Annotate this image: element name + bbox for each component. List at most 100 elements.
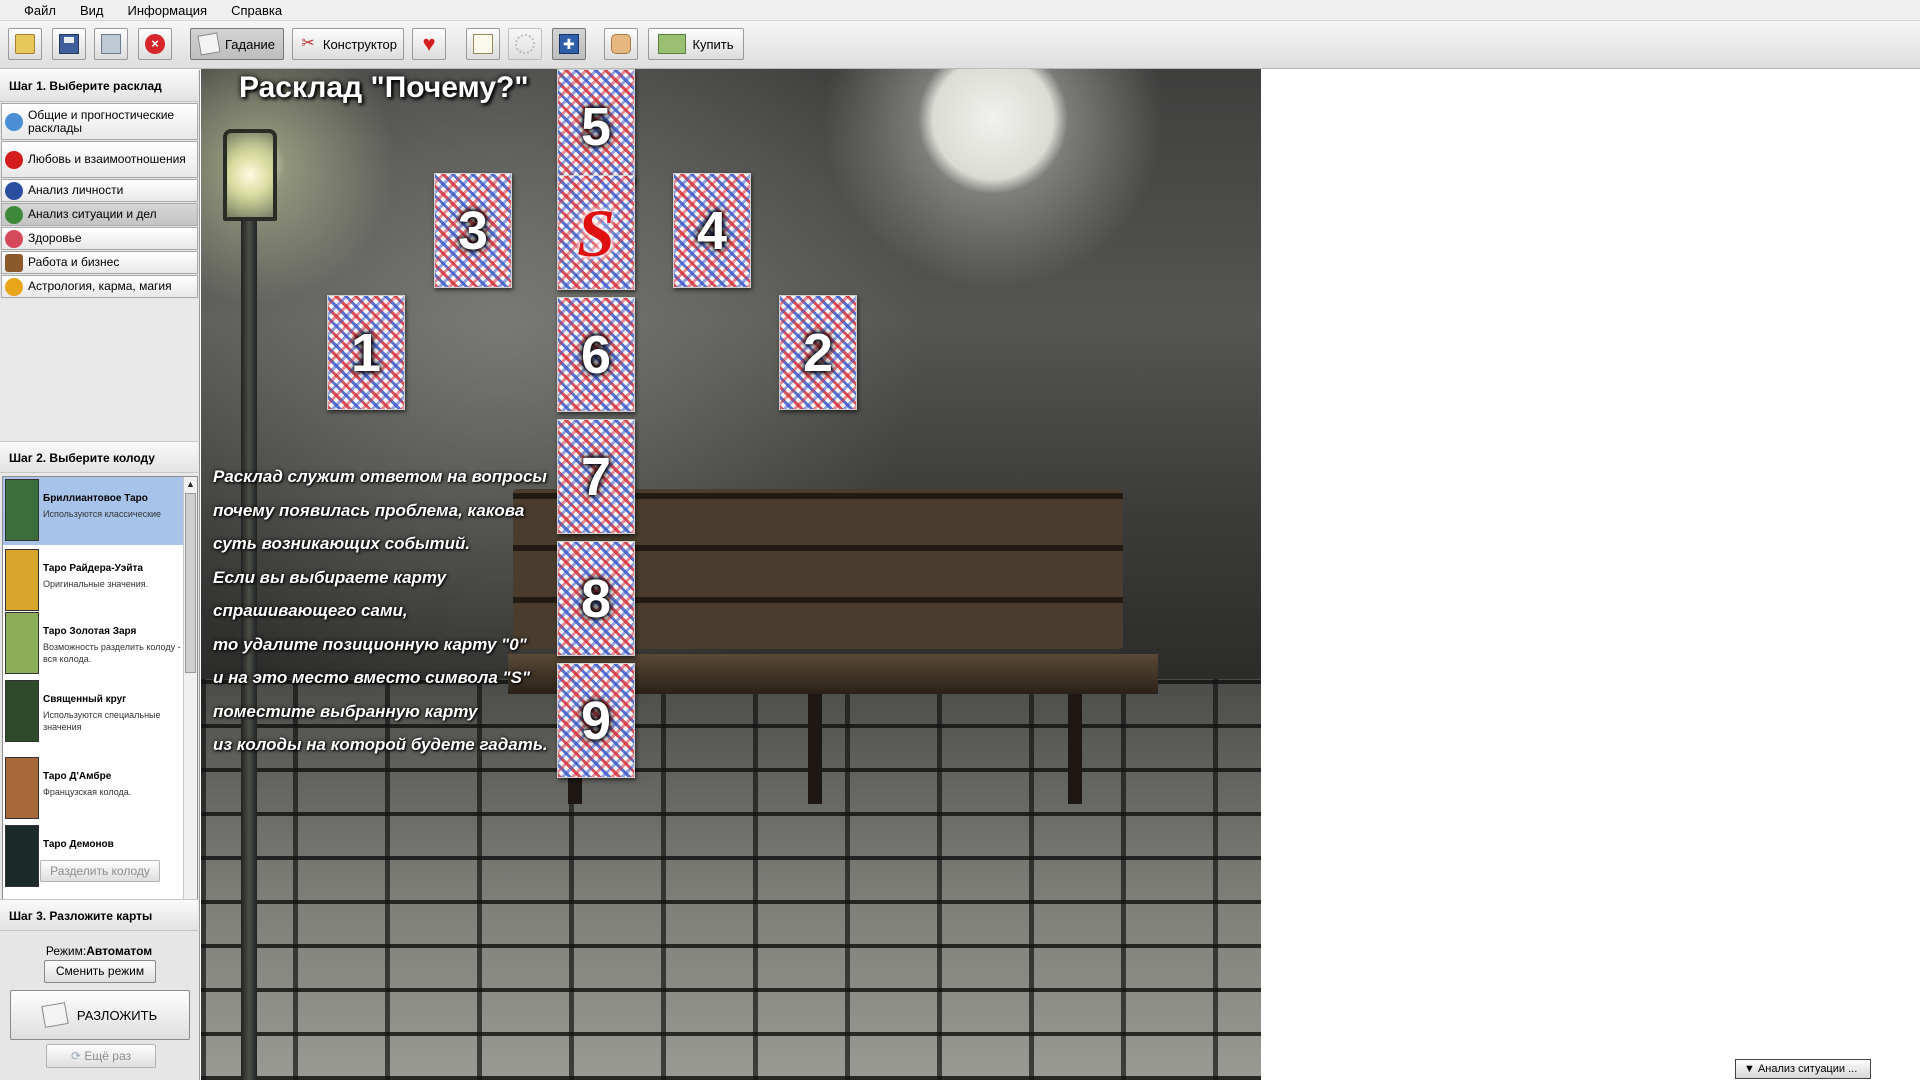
- card-position-5[interactable]: 5: [557, 69, 635, 184]
- step1-title: Шаг 1. Выберите расклад: [0, 70, 198, 102]
- folder-open-icon: [15, 34, 35, 54]
- buy-button-label: Купить: [692, 36, 734, 52]
- card-position-8[interactable]: 8: [557, 541, 635, 656]
- card-number: 2: [802, 323, 834, 383]
- heart-icon: ♥: [422, 31, 436, 56]
- change-mode-button[interactable]: Сменить режим: [44, 960, 156, 983]
- deck-name: Бриллиантовое Таро: [43, 493, 148, 504]
- list-item[interactable]: Бриллиантовое Таро Используются классиче…: [3, 477, 183, 545]
- deck-thumbnail: [5, 549, 39, 611]
- deck-desc: Используются классические: [43, 509, 162, 519]
- category-label: Любовь и взаимоотношения: [28, 152, 186, 166]
- card-number: 4: [696, 201, 728, 261]
- person-icon: [5, 181, 23, 200]
- settings-button[interactable]: [508, 28, 542, 60]
- deck-name: Священный круг: [43, 694, 127, 705]
- save-button[interactable]: [52, 28, 86, 60]
- tab-konstruktor-label: Конструктор: [322, 36, 397, 52]
- category-work[interactable]: Работа и бизнес: [1, 251, 198, 274]
- tools-icon: ✂: [301, 35, 315, 52]
- card-position-s[interactable]: S: [557, 175, 635, 290]
- deck-desc: Возможность разделить колоду - вся колод…: [43, 642, 181, 664]
- menu-bar: Файл Вид Информация Справка: [0, 0, 1920, 21]
- mode-value: Автоматом: [86, 944, 153, 958]
- category-general[interactable]: Общие и прогностические расклады: [1, 103, 198, 140]
- deck-name: Таро Демонов: [43, 839, 114, 850]
- category-label: Работа и бизнес: [28, 255, 120, 269]
- tab-gadanie[interactable]: Гадание: [190, 28, 284, 60]
- card-position-7[interactable]: 7: [557, 419, 635, 534]
- category-health[interactable]: Здоровье: [1, 227, 198, 250]
- health-icon: [5, 229, 23, 248]
- card-position-4[interactable]: 4: [673, 173, 751, 288]
- heart-icon: [5, 150, 23, 169]
- scroll-up-icon[interactable]: ▲: [184, 477, 197, 491]
- category-label: Анализ ситуации и дел: [28, 207, 157, 221]
- cards-icon: [197, 32, 221, 56]
- print-button[interactable]: [94, 28, 128, 60]
- fullscreen-button[interactable]: [552, 28, 586, 60]
- open-button[interactable]: [8, 28, 42, 60]
- hand-button[interactable]: [604, 28, 638, 60]
- menu-file[interactable]: Файл: [12, 0, 68, 21]
- deck-desc: Оригинальные значения.: [43, 579, 149, 589]
- card-position-9[interactable]: 9: [557, 663, 635, 778]
- list-item[interactable]: Таро Золотая Заря Возможность разделить …: [3, 610, 183, 678]
- tab-konstruktor[interactable]: ✂ Конструктор: [292, 28, 404, 60]
- category-dropdown-button[interactable]: ▼ Анализ ситуации ...: [1735, 1059, 1871, 1079]
- card-position-6[interactable]: 6: [557, 297, 635, 412]
- category-love[interactable]: Любовь и взаимоотношения: [1, 141, 198, 178]
- left-panel: Шаг 1. Выберите расклад Общие и прогност…: [0, 70, 200, 1080]
- money-icon: [658, 34, 687, 54]
- toolbar: × Гадание ✂ Конструктор ♥ Купить: [0, 21, 1920, 69]
- scrollbar-thumb[interactable]: [185, 493, 196, 673]
- deck-name: Таро Д'Амбре: [43, 771, 112, 782]
- menu-info[interactable]: Информация: [116, 0, 220, 21]
- deck-list-scrollbar[interactable]: ▲ ▼: [183, 477, 197, 921]
- favorites-button[interactable]: ♥: [412, 28, 446, 60]
- card-number: 3: [457, 201, 489, 261]
- menu-help[interactable]: Справка: [219, 0, 294, 21]
- gear-icon: [515, 34, 535, 54]
- street-lamp: [223, 129, 277, 221]
- again-button-label: Ещё раз: [84, 1049, 131, 1063]
- split-deck-button[interactable]: Разделить колоду: [40, 860, 160, 882]
- card-number: 5: [580, 97, 612, 157]
- card-position-2[interactable]: 2: [779, 295, 857, 410]
- spread-canvas: Расклад "Почему?" 5 3 S 4 1 6 2 7 8 9 Ра…: [201, 69, 1261, 1080]
- floppy-disk-icon: [59, 34, 79, 54]
- card-position-1[interactable]: 1: [327, 295, 405, 410]
- book-button[interactable]: [466, 28, 500, 60]
- briefcase-icon: [5, 253, 23, 272]
- mode-row: Режим:Автоматом: [0, 944, 198, 958]
- deck-thumbnail: [5, 757, 39, 819]
- card-number: S: [577, 195, 615, 271]
- globe-icon: [5, 112, 23, 131]
- close-icon: ×: [145, 34, 165, 54]
- step2-title: Шаг 2. Выберите колоду: [0, 441, 198, 473]
- list-item[interactable]: Таро Д'Амбре Французская колода.: [3, 755, 183, 823]
- card-number: 8: [580, 569, 612, 629]
- globe-green-icon: [5, 205, 23, 224]
- list-item[interactable]: Священный круг Используются специальные …: [3, 678, 183, 746]
- category-label: Анализ личности: [28, 183, 124, 197]
- mode-label: Режим:: [45, 944, 87, 958]
- list-item[interactable]: Таро Райдера-Уэйта Оригинальные значения…: [3, 547, 183, 615]
- deck-list[interactable]: Бриллиантовое Таро Используются классиче…: [2, 476, 198, 924]
- category-situation[interactable]: Анализ ситуации и дел: [1, 203, 198, 226]
- deck-thumbnail: [5, 479, 39, 541]
- fullscreen-icon: [559, 34, 579, 54]
- deck-desc: Используются специальные значения: [43, 710, 161, 732]
- category-astrology[interactable]: Астрология, карма, магия: [1, 275, 198, 298]
- category-personality[interactable]: Анализ личности: [1, 179, 198, 202]
- book-icon: [473, 34, 493, 54]
- again-button[interactable]: ⟳ Ещё раз: [46, 1044, 156, 1068]
- card-position-3[interactable]: 3: [434, 173, 512, 288]
- deal-button[interactable]: РАЗЛОЖИТЬ: [10, 990, 190, 1040]
- menu-view[interactable]: Вид: [68, 0, 116, 21]
- card-number: 7: [580, 447, 612, 507]
- deck-thumbnail: [5, 612, 39, 674]
- buy-button[interactable]: Купить: [648, 28, 744, 60]
- deck-name: Таро Золотая Заря: [43, 626, 137, 637]
- close-button[interactable]: ×: [138, 28, 172, 60]
